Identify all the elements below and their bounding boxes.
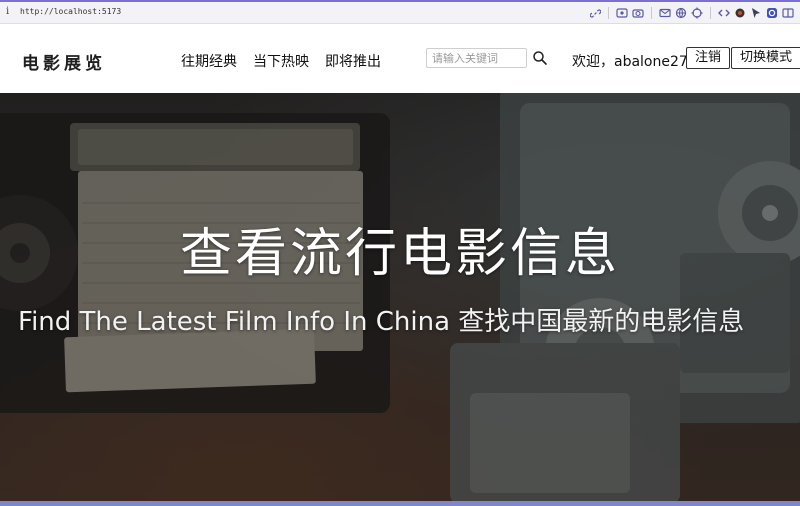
- menu-item-coming-soon[interactable]: 即将推出: [325, 51, 381, 71]
- site-navbar: 电影展览 往期经典 当下热映 即将推出 欢迎，abalone27 注销 切换模式: [0, 24, 800, 93]
- extension-icon[interactable]: [766, 7, 778, 19]
- main-menu: 往期经典 当下热映 即将推出: [181, 51, 381, 71]
- menu-item-classics[interactable]: 往期经典: [181, 51, 237, 71]
- bottom-accent-strip: [0, 501, 800, 506]
- search-icon[interactable]: [532, 50, 548, 66]
- welcome-text: 欢迎，abalone27: [572, 54, 688, 70]
- hero-title: 查看流行电影信息: [179, 224, 620, 284]
- mail-icon[interactable]: [659, 7, 671, 19]
- site-logo[interactable]: 电影展览: [22, 49, 106, 74]
- screen-capture-icon[interactable]: [616, 7, 628, 19]
- record-icon[interactable]: [734, 7, 746, 19]
- switch-mode-button[interactable]: 切换模式: [731, 47, 800, 69]
- browser-toolbar-icons: [589, 6, 794, 20]
- browser-toolbar: i http://localhost:5173: [0, 0, 800, 24]
- target-icon[interactable]: [691, 7, 703, 19]
- hero-banner: 查看流行电影信息 Find The Latest Film Info In Ch…: [0, 93, 800, 501]
- hero-subtitle: Find The Latest Film Info In China 查找中国最…: [18, 307, 745, 337]
- search-input[interactable]: [426, 48, 527, 68]
- cursor-icon[interactable]: [750, 7, 762, 19]
- toolbar-separator: [710, 7, 711, 19]
- link-icon[interactable]: [589, 7, 601, 19]
- globe-icon[interactable]: [675, 7, 687, 19]
- site-info-icon[interactable]: i: [6, 6, 9, 17]
- sidebar-icon[interactable]: [782, 7, 794, 19]
- toolbar-separator: [651, 7, 652, 19]
- logout-button[interactable]: 注销: [686, 47, 730, 69]
- menu-item-now-showing[interactable]: 当下热映: [253, 51, 309, 71]
- hero-background-image: [0, 93, 800, 501]
- code-arrows-icon[interactable]: [718, 7, 730, 19]
- address-bar-url[interactable]: http://localhost:5173: [20, 7, 121, 16]
- toolbar-separator: [608, 7, 609, 19]
- camera-icon[interactable]: [632, 7, 644, 19]
